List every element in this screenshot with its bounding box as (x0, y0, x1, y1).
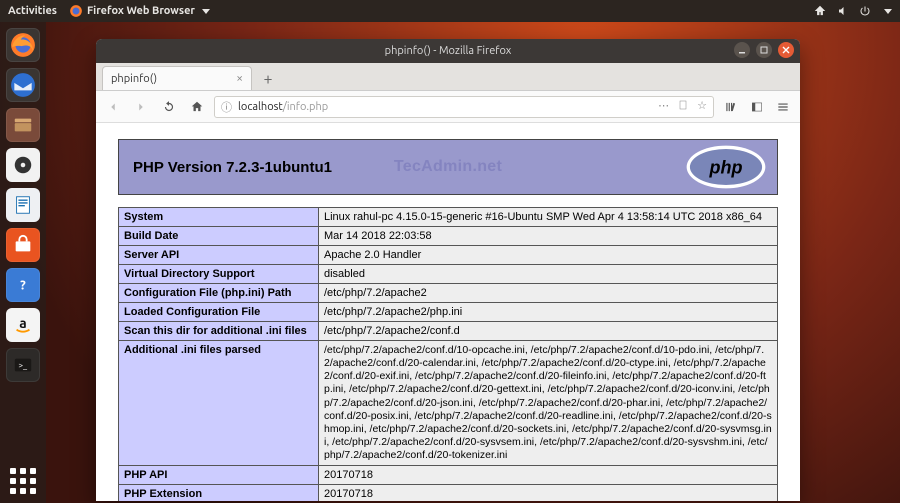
table-row: Loaded Configuration File/etc/php/7.2/ap… (119, 303, 778, 322)
row-key: Server API (119, 246, 319, 265)
chevron-down-icon (202, 9, 210, 14)
app-menu-label: Firefox Web Browser (87, 5, 195, 17)
window-title: phpinfo() - Mozilla Firefox (385, 45, 512, 57)
table-row: Virtual Directory Supportdisabled (119, 265, 778, 284)
dock-rhythmbox[interactable] (6, 148, 40, 182)
table-row: SystemLinux rahul-pc 4.15.0-15-generic #… (119, 208, 778, 227)
php-logo-icon: php (685, 144, 767, 194)
dock-firefox[interactable] (6, 28, 40, 62)
gnome-topbar: Activities Firefox Web Browser (0, 0, 900, 22)
dock-terminal[interactable]: >_ (6, 348, 40, 382)
row-value: /etc/php/7.2/apache2/php.ini (319, 303, 778, 322)
help-icon: ? (12, 274, 34, 296)
row-key: PHP API (119, 466, 319, 485)
writer-icon (12, 194, 34, 216)
network-icon[interactable] (813, 4, 827, 18)
row-value: Linux rahul-pc 4.15.0-15-generic #16-Ubu… (319, 208, 778, 227)
software-icon (12, 234, 34, 256)
row-key: Configuration File (php.ini) Path (119, 284, 319, 303)
page-content[interactable]: PHP Version 7.2.3-1ubuntu1 TecAdmin.net … (96, 123, 800, 501)
row-key: Loaded Configuration File (119, 303, 319, 322)
nav-reload[interactable] (158, 96, 180, 118)
sidebar-icon[interactable] (746, 96, 768, 118)
row-value: disabled (319, 265, 778, 284)
app-menu[interactable]: Firefox Web Browser (69, 4, 210, 18)
row-value: /etc/php/7.2/apache2/conf.d/10-opcache.i… (319, 341, 778, 466)
row-key: PHP Extension (119, 485, 319, 501)
tabstrip: phpinfo() × + (96, 63, 800, 91)
row-value: 20170718 (319, 485, 778, 501)
url-path: /info.php (283, 101, 328, 113)
dock-help[interactable]: ? (6, 268, 40, 302)
tab-close-icon[interactable]: × (236, 72, 243, 85)
thunderbird-icon (10, 72, 36, 98)
row-value: 20170718 (319, 466, 778, 485)
table-row: Additional .ini files parsed/etc/php/7.2… (119, 341, 778, 466)
tab-label: phpinfo() (111, 73, 157, 85)
table-row: PHP Extension20170718 (119, 485, 778, 501)
volume-icon[interactable] (837, 5, 849, 17)
nav-back[interactable] (102, 96, 124, 118)
activities-button[interactable]: Activities (8, 5, 57, 17)
table-row: Server APIApache 2.0 Handler (119, 246, 778, 265)
dock: ? a >_ (0, 22, 46, 503)
site-info-icon[interactable]: ⓘ (221, 99, 232, 115)
window-titlebar[interactable]: phpinfo() - Mozilla Firefox (96, 39, 800, 63)
row-key: Virtual Directory Support (119, 265, 319, 284)
row-value: /etc/php/7.2/apache2/conf.d (319, 322, 778, 341)
dock-thunderbird[interactable] (6, 68, 40, 102)
firefox-icon (10, 32, 36, 58)
apps-grid-icon (9, 467, 37, 495)
url-host: localhost (238, 101, 283, 113)
dock-writer[interactable] (6, 188, 40, 222)
show-applications[interactable] (9, 467, 37, 495)
dock-software[interactable] (6, 228, 40, 262)
amazon-icon: a (12, 314, 34, 336)
new-tab-button[interactable]: + (256, 68, 280, 90)
row-value: Apache 2.0 Handler (319, 246, 778, 265)
php-version-header: PHP Version 7.2.3-1ubuntu1 (133, 159, 332, 176)
row-key: Additional .ini files parsed (119, 341, 319, 466)
navbar: ⓘ localhost/info.php ⋯ ☆ (96, 91, 800, 123)
row-key: Build Date (119, 227, 319, 246)
window-maximize[interactable] (756, 42, 772, 58)
files-icon (12, 114, 34, 136)
menu-icon[interactable] (772, 96, 794, 118)
dock-files[interactable] (6, 108, 40, 142)
table-row: Configuration File (php.ini) Path/etc/ph… (119, 284, 778, 303)
terminal-icon: >_ (12, 354, 34, 376)
page-actions-icon[interactable]: ⋯ (658, 99, 669, 114)
music-icon (12, 154, 34, 176)
library-icon[interactable] (720, 96, 742, 118)
row-value: Mar 14 2018 22:03:58 (319, 227, 778, 246)
table-row: Scan this dir for additional .ini files/… (119, 322, 778, 341)
svg-text:?: ? (20, 279, 26, 293)
tab-phpinfo[interactable]: phpinfo() × (102, 66, 252, 90)
window-close[interactable] (778, 42, 794, 58)
reader-icon[interactable] (677, 99, 689, 114)
svg-text:>_: >_ (18, 360, 28, 370)
window-minimize[interactable] (734, 42, 750, 58)
row-key: Scan this dir for additional .ini files (119, 322, 319, 341)
watermark-text: TecAdmin.net (394, 158, 502, 176)
nav-forward[interactable] (130, 96, 152, 118)
svg-text:a: a (19, 315, 26, 331)
system-menu-chevron-icon[interactable] (884, 9, 892, 14)
table-row: PHP API20170718 (119, 466, 778, 485)
firefox-window: phpinfo() - Mozilla Firefox phpinfo() × … (96, 39, 800, 501)
firefox-small-icon (69, 4, 83, 18)
bookmark-icon[interactable]: ☆ (697, 99, 707, 114)
power-icon[interactable] (859, 5, 871, 17)
row-key: System (119, 208, 319, 227)
table-row: Build DateMar 14 2018 22:03:58 (119, 227, 778, 246)
nav-home[interactable] (186, 96, 208, 118)
row-value: /etc/php/7.2/apache2 (319, 284, 778, 303)
url-bar[interactable]: ⓘ localhost/info.php ⋯ ☆ (214, 96, 714, 118)
php-version-banner: PHP Version 7.2.3-1ubuntu1 TecAdmin.net … (118, 139, 778, 195)
dock-amazon[interactable]: a (6, 308, 40, 342)
svg-text:php: php (708, 158, 742, 178)
phpinfo-table: SystemLinux rahul-pc 4.15.0-15-generic #… (118, 207, 778, 501)
